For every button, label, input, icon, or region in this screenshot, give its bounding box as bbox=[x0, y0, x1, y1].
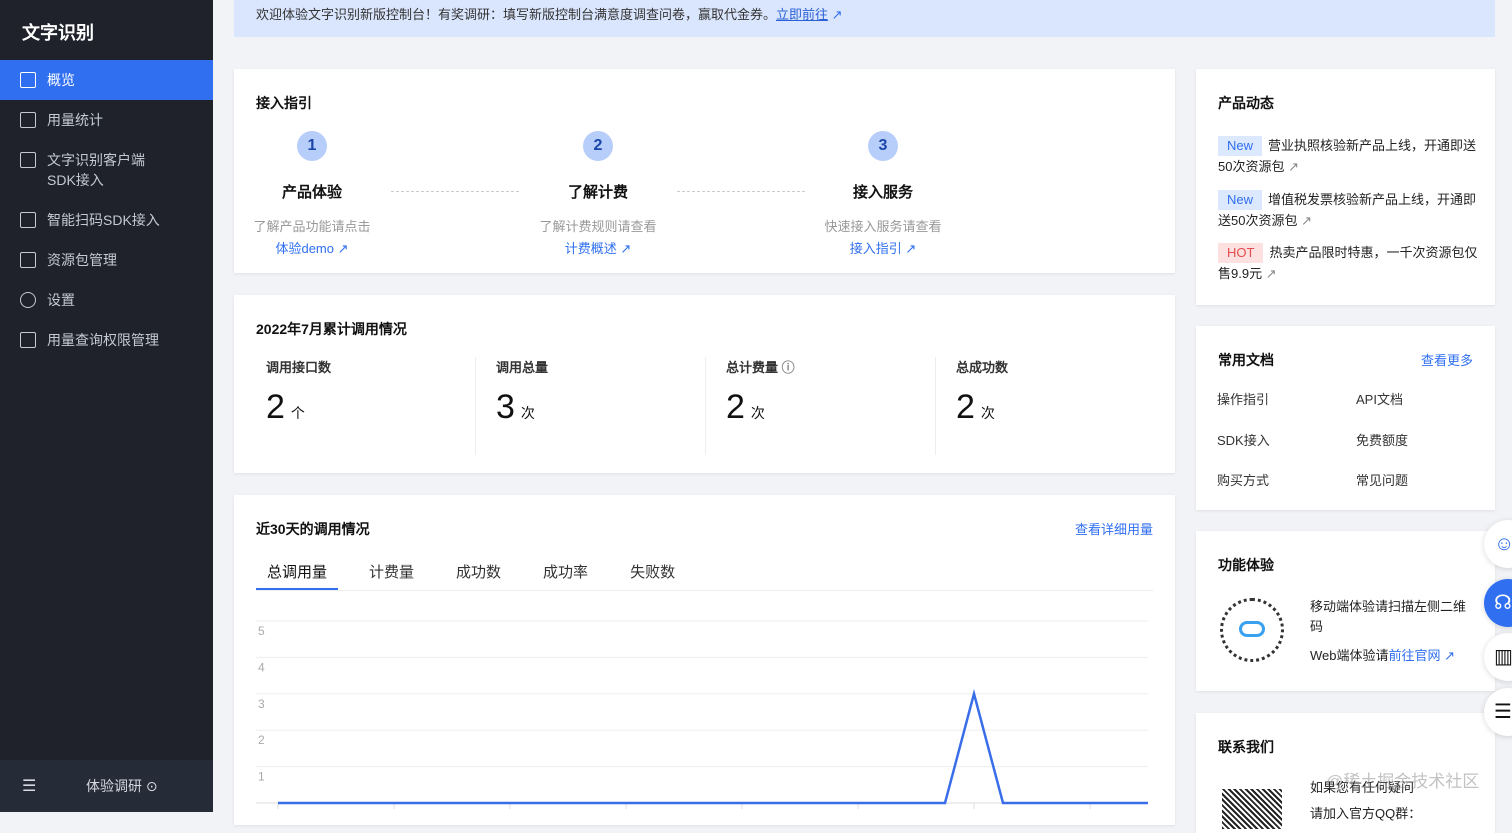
sidebar-item-usage[interactable]: 用量统计 bbox=[0, 100, 213, 140]
doc-link[interactable]: 购买方式 bbox=[1217, 470, 1269, 489]
trial-card: 功能体验 移动端体验请扫描左侧二维码 Web端体验请前往官网 ↗ bbox=[1196, 531, 1495, 691]
grid-icon bbox=[20, 72, 36, 88]
stats-title: 2022年7月累计调用情况 bbox=[256, 321, 407, 337]
guide-step: 2 了解计费 了解计费规则请查看 计费概述 ↗ bbox=[528, 131, 668, 257]
sliders-icon bbox=[20, 332, 36, 348]
bar-chart-icon bbox=[20, 112, 36, 128]
step-divider bbox=[391, 191, 519, 192]
docs-more-link[interactable]: 查看更多 bbox=[1421, 350, 1473, 369]
contact-title: 联系我们 bbox=[1218, 739, 1274, 755]
y-tick-label: 4 bbox=[258, 660, 265, 674]
sidebar-item-scan-sdk[interactable]: 智能扫码SDK接入 bbox=[0, 200, 213, 240]
doc-link[interactable]: API文档 bbox=[1356, 389, 1403, 408]
sidebar-item-client-sdk[interactable]: 文字识别客户端 SDK接入 bbox=[0, 140, 213, 200]
new-badge: New bbox=[1218, 190, 1263, 210]
hexagon-gear-icon bbox=[20, 292, 36, 308]
guide-step: 1 产品体验 了解产品功能请点击 体验demo ↗ bbox=[242, 131, 382, 257]
tab-billing[interactable]: 计费量 bbox=[358, 561, 425, 590]
tab-failure[interactable]: 失败数 bbox=[619, 561, 686, 590]
sidebar-item-settings[interactable]: 设置 bbox=[0, 280, 213, 320]
info-icon[interactable]: ⓘ bbox=[782, 360, 795, 375]
mini-program-qr-code bbox=[1220, 598, 1284, 662]
y-tick-label: 5 bbox=[258, 624, 265, 638]
chevron-right-circle-icon: ⊙ bbox=[145, 778, 158, 794]
guide-card: 接入指引 1 产品体验 了解产品功能请点击 体验demo ↗ 2 了解计费 了解计费规则请… bbox=[234, 69, 1175, 273]
qq-group-qr-code bbox=[1222, 789, 1282, 829]
external-link-icon: ↗ bbox=[1444, 648, 1456, 663]
tab-success[interactable]: 成功数 bbox=[445, 561, 512, 590]
doc-link[interactable]: 常见问题 bbox=[1356, 470, 1408, 489]
usage-tabs: 总调用量 计费量 成功数 成功率 失败数 bbox=[256, 561, 1153, 591]
news-card: 产品动态 New 营业执照核验新产品上线，开通即送50次资源包 ↗ New 增值税发… bbox=[1196, 69, 1495, 305]
external-link-icon: ↗ bbox=[831, 7, 843, 22]
news-item[interactable]: New 增值税发票核验新产品上线，开通即送50次资源包 ↗ bbox=[1218, 189, 1478, 231]
docs-card: 常用文档 查看更多 操作指引 API文档 SDK接入 免费额度 购买方式 常见问… bbox=[1196, 326, 1495, 510]
external-link-icon: ↗ bbox=[620, 241, 632, 256]
app-title: 文字识别 bbox=[22, 23, 94, 43]
news-item[interactable]: HOT 热卖产品限时特惠，一千次资源包仅售9.9元 ↗ bbox=[1218, 242, 1478, 284]
sidebar: 文字识别 概览 用量统计 文字识别客户端 SDK接入 智能扫码SDK接入 资源包… bbox=[0, 0, 213, 812]
notice-banner: 欢迎体验文字识别新版控制台！有奖调研：填写新版控制台满意度调查问卷，赢取代金券。… bbox=[234, 0, 1495, 37]
y-tick-label: 3 bbox=[258, 697, 265, 711]
access-guide-link[interactable]: 接入指引 bbox=[850, 241, 902, 256]
guide-title: 接入指引 bbox=[256, 95, 312, 111]
stats-card: 2022年7月累计调用情况 调用接口数 2 个 调用总量 3 次 总计费量 ⓘ 2 次 总成… bbox=[234, 295, 1175, 473]
sidebar-item-overview[interactable]: 概览 bbox=[0, 60, 213, 100]
watermark: @稀土掘金技术社区 bbox=[1326, 772, 1480, 791]
survey-link[interactable]: 体验调研 ⊙ bbox=[86, 776, 158, 796]
text-box-icon bbox=[20, 152, 36, 168]
external-link-icon: ↗ bbox=[905, 241, 917, 256]
step-divider bbox=[677, 191, 805, 192]
doc-link[interactable]: SDK接入 bbox=[1217, 430, 1270, 449]
new-badge: New bbox=[1218, 136, 1263, 156]
y-tick-label: 2 bbox=[258, 733, 265, 747]
official-site-link[interactable]: 前往官网 bbox=[1389, 648, 1441, 663]
sidebar-nav: 概览 用量统计 文字识别客户端 SDK接入 智能扫码SDK接入 资源包管理 设置… bbox=[0, 60, 213, 360]
stat-item: 调用接口数 2 个 bbox=[266, 360, 332, 426]
usage-title: 近30天的调用情况 bbox=[256, 521, 370, 537]
usage-card: 近30天的调用情况 查看详细用量 总调用量 计费量 成功数 成功率 失败数 1 2… bbox=[234, 495, 1175, 825]
doc-link[interactable]: 免费额度 bbox=[1356, 430, 1408, 449]
hot-badge: HOT bbox=[1218, 243, 1264, 263]
external-link-icon: ↗ bbox=[1288, 159, 1299, 174]
sidebar-footer: ☰ 体验调研 ⊙ bbox=[0, 760, 213, 812]
trial-title: 功能体验 bbox=[1218, 557, 1274, 573]
sidebar-item-permissions[interactable]: 用量查询权限管理 bbox=[0, 320, 213, 360]
series-line bbox=[278, 688, 1148, 805]
stat-item: 总成功数 2 次 bbox=[935, 357, 1165, 455]
package-icon bbox=[20, 252, 36, 268]
stat-item: 总计费量 ⓘ 2 次 bbox=[705, 357, 935, 455]
external-link-icon: ↗ bbox=[1265, 266, 1277, 281]
tab-success-rate[interactable]: 成功率 bbox=[532, 561, 599, 590]
collapse-menu-icon[interactable]: ☰ bbox=[22, 776, 36, 796]
tab-total-calls[interactable]: 总调用量 bbox=[256, 561, 339, 590]
billing-link[interactable]: 计费概述 bbox=[565, 241, 617, 256]
usage-detail-link[interactable]: 查看详细用量 bbox=[1075, 519, 1153, 538]
usage-line-chart: 1 2 3 4 5 bbox=[256, 620, 1148, 809]
news-title: 产品动态 bbox=[1218, 95, 1274, 111]
doc-link[interactable]: 操作指引 bbox=[1217, 389, 1269, 408]
demo-link[interactable]: 体验demo bbox=[275, 241, 334, 256]
docs-title: 常用文档 bbox=[1218, 352, 1274, 368]
y-tick-label: 1 bbox=[258, 770, 265, 784]
guide-step: 3 接入服务 快速接入服务请查看 接入指引 ↗ bbox=[813, 131, 953, 257]
stat-item: 调用总量 3 次 bbox=[475, 357, 705, 455]
news-item[interactable]: New 营业执照核验新产品上线，开通即送50次资源包 ↗ bbox=[1218, 135, 1478, 177]
scan-icon bbox=[20, 212, 36, 228]
sidebar-item-packages[interactable]: 资源包管理 bbox=[0, 240, 213, 280]
external-link-icon: ↗ bbox=[337, 241, 349, 256]
external-link-icon: ↗ bbox=[1301, 213, 1312, 228]
banner-link[interactable]: 立即前往 bbox=[776, 7, 828, 22]
